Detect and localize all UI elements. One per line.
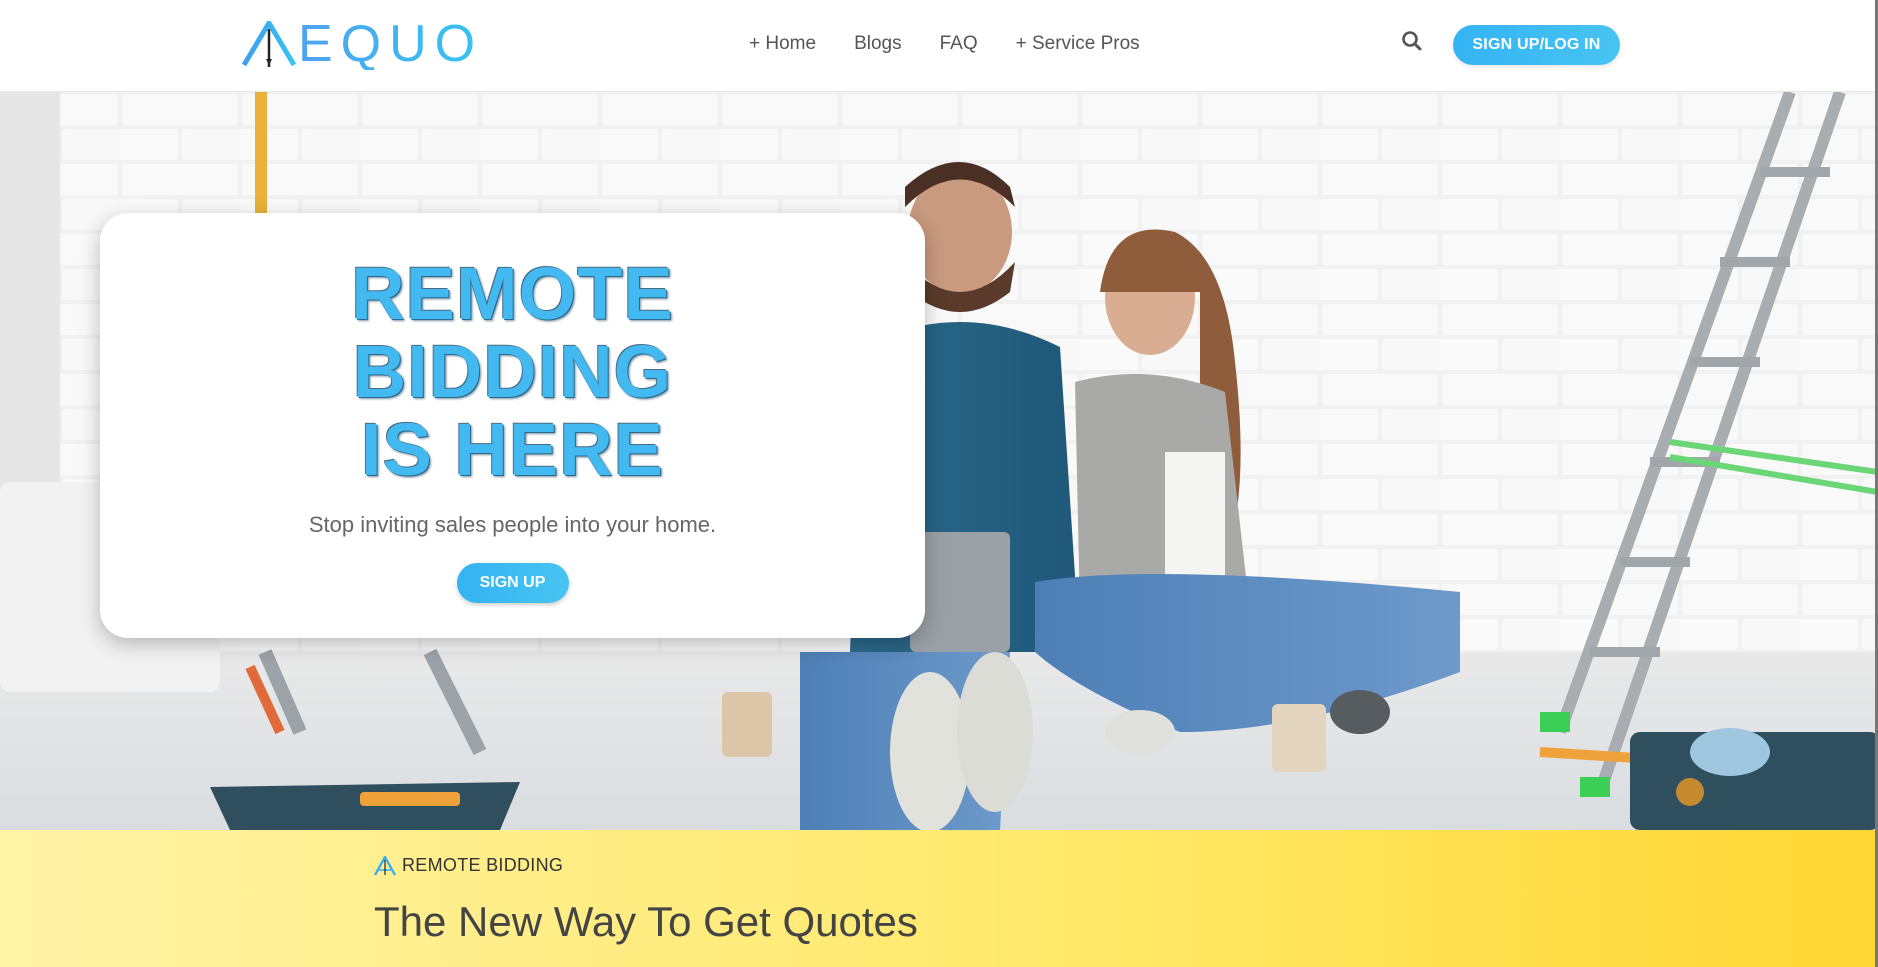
hero-title: REMOTE BIDDING IS HERE (351, 255, 674, 489)
logo[interactable]: EQUO (242, 18, 483, 70)
remote-bidding-section: REMOTE BIDDING The New Way To Get Quotes (0, 830, 1878, 967)
nav-service-pros[interactable]: + Service Pros (1016, 32, 1140, 56)
hero-card: REMOTE BIDDING IS HERE Stop inviting sal… (100, 213, 925, 638)
hero-signup-button[interactable]: SIGN UP (456, 563, 569, 603)
hero-section: REMOTE BIDDING IS HERE Stop inviting sal… (0, 92, 1878, 830)
logo-a-icon (374, 855, 396, 876)
logo-a-icon (242, 21, 296, 67)
nav-faq[interactable]: FAQ (940, 32, 978, 56)
search-icon (1402, 31, 1422, 51)
hero-title-line-3: IS HERE (360, 408, 665, 491)
section-title: The New Way To Get Quotes (374, 898, 918, 945)
section-eyebrow-label: REMOTE BIDDING (402, 855, 564, 875)
nav-home[interactable]: + Home (749, 32, 816, 56)
signup-login-button[interactable]: SIGN UP/LOG IN (1453, 25, 1620, 65)
hero-title-line-2: BIDDING (352, 330, 673, 413)
section-eyebrow: REMOTE BIDDING (374, 855, 563, 876)
site-header: EQUO + Home Blogs FAQ + Service Pros SIG… (0, 0, 1878, 92)
main-nav: + Home Blogs FAQ + Service Pros (749, 32, 1140, 56)
logo-text: EQUO (298, 15, 484, 73)
nav-blogs[interactable]: Blogs (854, 32, 902, 56)
hero-title-line-1: REMOTE (351, 252, 674, 335)
search-button[interactable] (1400, 29, 1424, 53)
hero-subtitle: Stop inviting sales people into your hom… (308, 512, 717, 537)
